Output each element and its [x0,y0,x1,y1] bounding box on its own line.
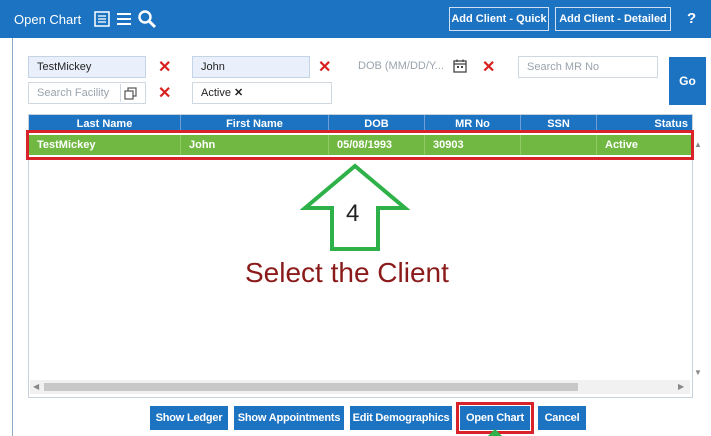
facility-placeholder: Search Facility [37,87,110,99]
horizontal-scrollbar[interactable]: ◀ ▶ [30,380,690,394]
scrollbar-thumb[interactable] [44,383,578,391]
scroll-left-icon[interactable]: ◀ [33,382,39,391]
status-filter-input[interactable]: Active ✕ [192,82,332,104]
show-appointments-button[interactable]: Show Appointments [234,406,344,430]
calendar-icon[interactable] [452,58,468,74]
show-ledger-button[interactable]: Show Ledger [150,406,228,430]
dob-placeholder: DOB (MM/DD/Y... [358,60,444,72]
scroll-up-icon[interactable]: ▲ [694,140,702,149]
scroll-right-icon[interactable]: ▶ [678,382,684,391]
notes-icon[interactable] [94,11,110,27]
clear-dob-icon[interactable]: ✕ [482,60,495,76]
status-tag: Active ✕ [201,87,243,99]
scroll-down-icon[interactable]: ▼ [694,368,702,377]
cancel-button[interactable]: Cancel [538,406,586,430]
last-name-input[interactable]: TestMickey [28,56,146,78]
clear-last-name-icon[interactable]: ✕ [158,60,171,76]
add-client-quick-button[interactable]: Add Client - Quick [449,7,549,31]
menu-icon[interactable] [116,11,132,27]
facility-lookup-icon[interactable] [120,84,140,102]
clear-facility-icon[interactable]: ✕ [158,86,171,102]
window-title: Open Chart [14,12,82,27]
row-highlight-box [26,130,694,160]
add-client-detailed-button[interactable]: Add Client - Detailed [555,7,671,31]
remove-status-tag-icon[interactable]: ✕ [234,87,243,99]
first-name-input[interactable]: John [192,56,310,78]
search-icon[interactable] [137,9,157,29]
go-button[interactable]: Go [669,57,706,105]
mr-no-input[interactable]: Search MR No [518,56,658,78]
help-icon[interactable]: ? [687,10,696,27]
instruction-text: Select the Client [245,257,449,288]
mr-no-placeholder: Search MR No [527,61,600,73]
step-number: 4 [346,200,360,227]
pointer-arrow-icon [487,428,503,436]
status-tag-label: Active [201,87,231,99]
title-bar: Open Chart Add Client - Quick Add Client… [0,0,711,38]
clear-first-name-icon[interactable]: ✕ [318,60,331,76]
edit-demographics-button[interactable]: Edit Demographics [350,406,452,430]
